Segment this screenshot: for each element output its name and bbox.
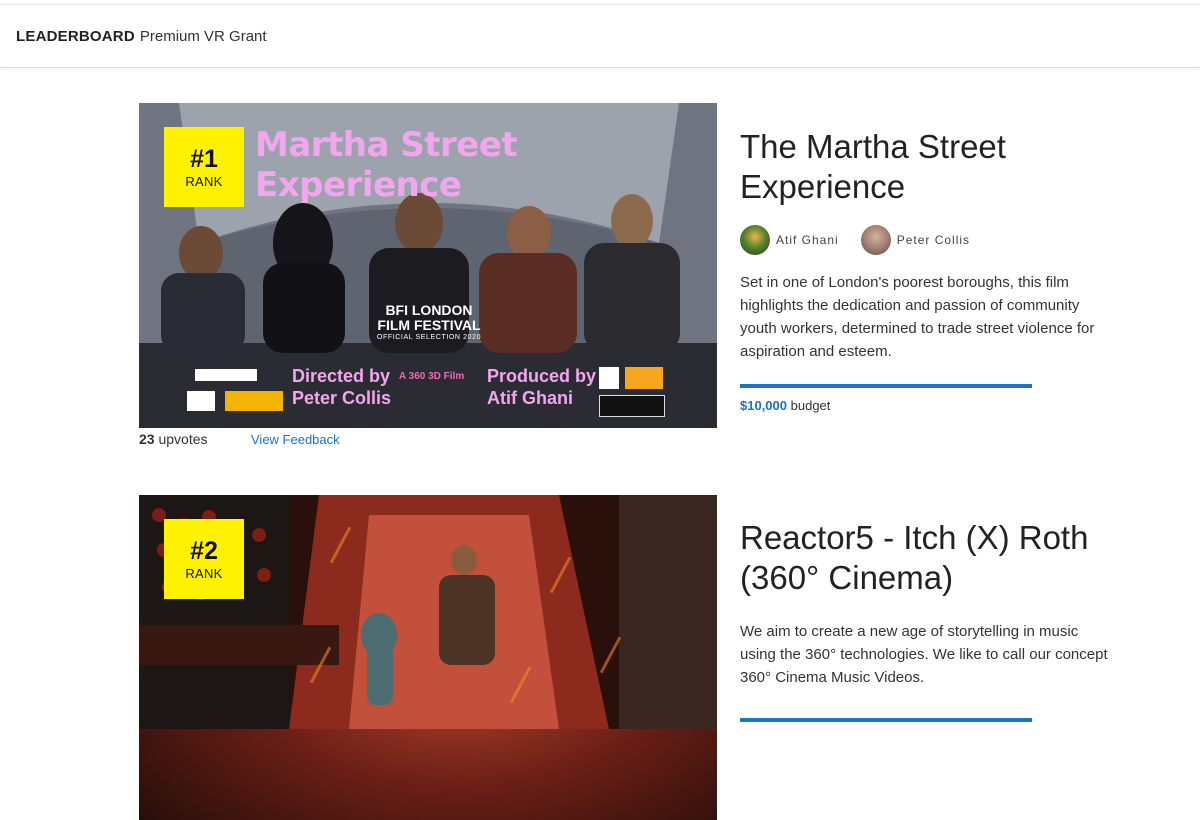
entry-title[interactable]: The Martha Street Experience [740,127,1120,207]
budget-progress-bar [740,384,1032,388]
sponsor-logo [625,367,663,389]
page-header: LEADERBOARD Premium VR Grant [0,5,1200,68]
avatar-atif-icon [740,225,770,255]
budget-info: $10,000 budget [740,398,1120,413]
entry-info: The Martha Street Experience Atif Ghani … [740,103,1120,413]
author-name: Atif Ghani [776,233,839,247]
produced-by-label: Produced by [487,366,597,386]
leaderboard-title: LEADERBOARD [16,27,135,45]
upvote-number: 23 [139,431,155,447]
producer-name: Atif Ghani [487,388,573,408]
poster-tagline: A 360 3D Film [399,371,465,382]
rank-label: RANK [185,565,223,581]
view-feedback-link[interactable]: View Feedback [251,432,340,447]
rank-badge: #1 RANK [164,127,244,207]
grant-name: Premium VR Grant [139,27,267,45]
rank-number: #1 [190,144,218,173]
avatar-peter-icon [860,225,891,255]
rank-label: RANK [185,173,223,189]
rank-badge: #2 RANK [164,519,244,599]
poster-producer-credit: Produced by Atif Ghani [487,365,596,409]
festival-line-2: FILM FESTIVAL [377,317,481,333]
author-item[interactable]: Peter Collis [860,225,971,255]
festival-line-3: OFFICIAL SELECTION 2020 [376,334,482,341]
sponsor-logo [599,367,619,389]
budget-amount: $10,000 [740,398,787,413]
festival-line-1: BFI LONDON [385,302,473,318]
sponsor-logo [225,391,283,411]
poster-director-credit: Directed by Peter Collis [292,365,391,409]
entry-thumbnail[interactable]: #2 RANK [139,495,717,820]
director-name: Peter Collis [292,388,392,408]
rank-number: #2 [190,536,218,565]
directed-by-label: Directed by [292,366,391,386]
author-list: Atif Ghani Peter Collis [740,225,1120,255]
author-item[interactable]: Atif Ghani [740,225,839,255]
budget-progress-bar [740,718,1032,722]
sponsor-logo [195,369,257,381]
entry-description: Set in one of London's poorest boroughs,… [740,274,1095,360]
entry-info: Reactor5 - Itch (X) Roth (360° Cinema) W… [740,495,1120,722]
poster-title: Martha Street Experience [255,125,518,205]
sponsor-logo [187,391,215,411]
entry-description: We aim to create a new age of storytelli… [740,623,1108,686]
upvote-label: upvotes [158,431,208,447]
sponsor-logo [599,395,665,417]
budget-label: budget [790,398,831,413]
entry-title[interactable]: Reactor5 - Itch (X) Roth (360° Cinema) [740,518,1120,598]
author-name: Peter Collis [896,233,971,247]
upvote-count: 23 upvotes [139,431,208,447]
entry-thumbnail[interactable]: Martha Street Experience BFI LONDON FILM… [139,103,717,428]
festival-laurel: BFI LONDON FILM FESTIVAL OFFICIAL SELECT… [354,303,504,351]
